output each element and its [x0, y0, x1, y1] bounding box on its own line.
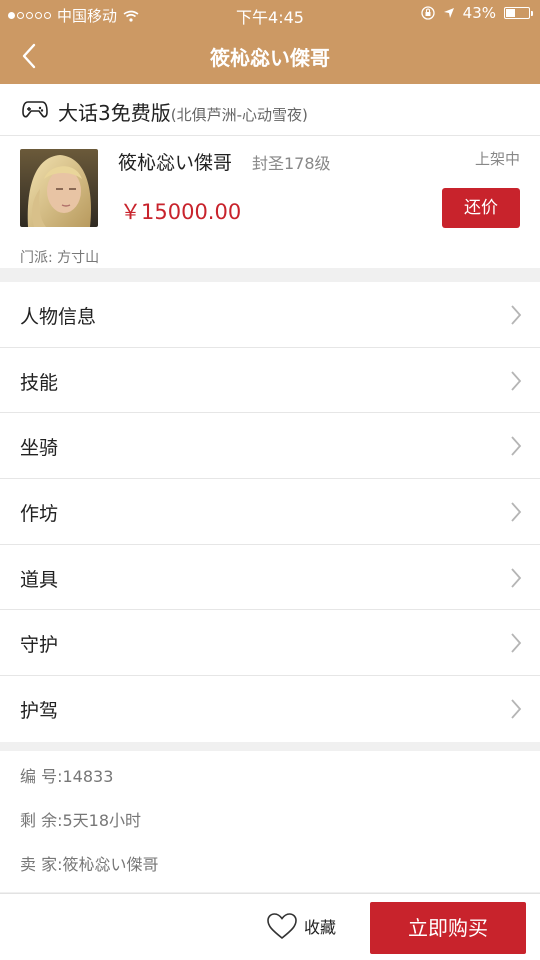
favorite-label: 收藏 — [304, 918, 337, 937]
menu-item-label: 技能 — [20, 371, 59, 394]
battery-icon — [504, 7, 533, 19]
menu-item-label: 道具 — [20, 568, 59, 591]
battery-percent: 43% — [462, 4, 496, 22]
listing-id: 编 号:14833 — [20, 767, 114, 786]
location-icon — [443, 8, 454, 18]
top-bar: 中国移动 下午4:45 43% 筱杺惢い傑哥 — [0, 0, 540, 84]
time-remaining: 剩 余:5天18小时 — [20, 811, 142, 830]
menu-item-skills[interactable]: 技能 — [0, 348, 540, 414]
status-bar: 中国移动 下午4:45 43% — [0, 0, 540, 28]
nav-bar: 筱杺惢い傑哥 — [0, 28, 540, 84]
rotation-lock-icon — [421, 6, 435, 20]
sect-label: 门派: 方寸山 — [20, 250, 100, 266]
listing-status: 上架中 — [474, 150, 520, 168]
buy-now-button[interactable]: 立即购买 — [370, 902, 526, 954]
chevron-right-icon — [511, 633, 522, 654]
character-avatar — [20, 149, 98, 227]
product-card: 筱杺惢い傑哥 封圣178级 上架中 ￥15000.00 还价 门派: 方寸山 — [0, 136, 540, 268]
chevron-right-icon — [511, 436, 522, 456]
game-row: 大话3免费版(北俱芦洲-心动雪夜) — [0, 84, 540, 136]
seller-name: 卖 家:筱杺惢い傑哥 — [20, 855, 159, 874]
menu-item-label: 人物信息 — [20, 306, 97, 328]
bargain-button[interactable]: 还价 — [442, 188, 520, 228]
page-title: 筱杺惢い傑哥 — [210, 46, 330, 70]
price: ￥15000.00 — [120, 200, 242, 224]
chevron-right-icon — [511, 502, 522, 522]
menu-item-guardian[interactable]: 守护 — [0, 610, 540, 677]
heart-icon — [267, 913, 297, 940]
menu-item-mount[interactable]: 坐骑 — [0, 413, 540, 480]
gamepad-icon — [22, 101, 48, 118]
menu-item-label: 坐骑 — [20, 437, 59, 460]
listing-info: 编 号:14833 剩 余:5天18小时 卖 家:筱杺惢い傑哥 — [0, 751, 540, 892]
favorite-button[interactable]: 收藏 — [266, 912, 336, 940]
character-level: 封圣178级 — [252, 154, 331, 173]
server-name: (北俱芦洲-心动雪夜) — [170, 106, 308, 124]
character-name: 筱杺惢い傑哥 — [118, 152, 233, 174]
menu-item-character-info[interactable]: 人物信息 — [0, 282, 540, 348]
chevron-right-icon — [511, 305, 522, 325]
bottom-bar: 收藏 立即购买 — [0, 893, 540, 960]
chevron-right-icon — [511, 568, 522, 588]
chevron-right-icon — [511, 699, 522, 719]
menu-item-workshop[interactable]: 作坊 — [0, 479, 540, 545]
menu-item-items[interactable]: 道具 — [0, 545, 540, 611]
menu-item-label: 护驾 — [20, 700, 59, 723]
menu-item-escort[interactable]: 护驾 — [0, 676, 540, 742]
game-name: 大话3免费版 — [58, 101, 171, 125]
menu-item-label: 作坊 — [20, 503, 59, 526]
detail-menu: 人物信息 技能 坐骑 作坊 道具 守护 护驾 — [0, 282, 540, 742]
menu-item-label: 守护 — [20, 634, 59, 657]
chevron-right-icon — [511, 371, 522, 391]
